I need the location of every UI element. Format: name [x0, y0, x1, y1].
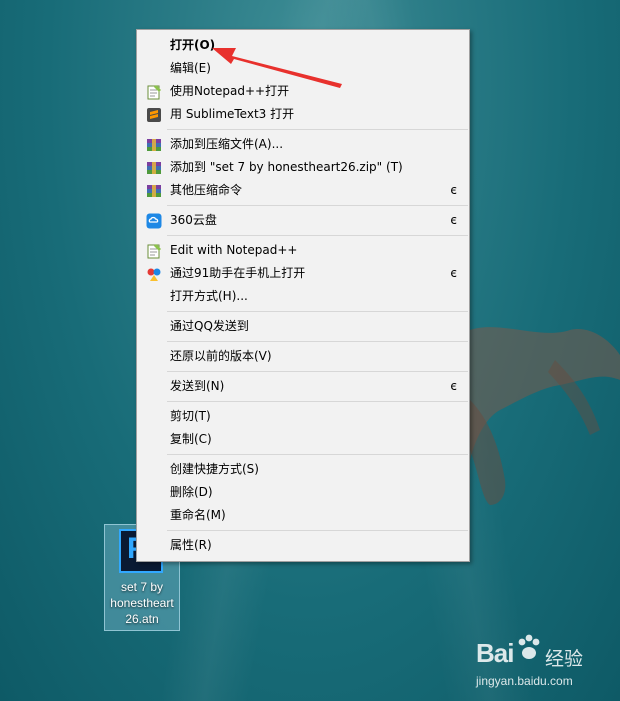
menu-item[interactable]: 通过91助手在手机上打开 є: [137, 262, 469, 285]
menu-item[interactable]: 打开方式(H)...: [137, 285, 469, 308]
watermark-brand: Bai: [476, 638, 514, 668]
submenu-arrow-icon: є: [450, 213, 457, 227]
menu-separator: [167, 371, 468, 372]
submenu-arrow-icon: є: [450, 266, 457, 280]
desktop-file-label-line: honestheart: [110, 596, 174, 610]
menu-item-label: 重命名(M): [170, 508, 226, 522]
winrar-icon: [147, 185, 161, 197]
menu-item-label: 添加到 "set 7 by honestheart26.zip" (T): [170, 160, 403, 174]
menu-item-label: 删除(D): [170, 485, 213, 499]
menu-item[interactable]: 删除(D): [137, 481, 469, 504]
menu-item[interactable]: 发送到(N) є: [137, 375, 469, 398]
menu-separator: [167, 311, 468, 312]
winrar-icon: [147, 139, 161, 151]
menu-item-label: 属性(R): [170, 538, 212, 552]
assistant-91-icon: [147, 268, 161, 281]
baidu-jingyan-watermark: Bai 经验 jingyan.baidu.com: [470, 628, 620, 701]
menu-item-label: 还原以前的版本(V): [170, 349, 272, 363]
menu-item-label: 打开方式(H)...: [170, 289, 248, 303]
watermark-brand-cn: 经验: [545, 649, 584, 670]
menu-item[interactable]: 属性(R): [137, 534, 469, 557]
menu-item[interactable]: 通过QQ发送到: [137, 315, 469, 338]
menu-separator: [167, 205, 468, 206]
desktop-file-label: set 7 by honestheart 26.atn: [105, 579, 179, 627]
menu-item[interactable]: 其他压缩命令 є: [137, 179, 469, 202]
desktop-file-label-line: 26.atn: [125, 612, 159, 626]
360-cloud-icon: [146, 213, 162, 229]
watermark-url: jingyan.baidu.com: [476, 674, 573, 688]
menu-separator: [167, 129, 468, 130]
submenu-arrow-icon: є: [450, 379, 457, 393]
menu-separator: [167, 235, 468, 236]
menu-item-label: 添加到压缩文件(A)...: [170, 137, 284, 151]
menu-item[interactable]: 复制(C): [137, 428, 469, 451]
menu-item[interactable]: 打开(O): [137, 34, 469, 57]
menu-item-label: 通过QQ发送到: [170, 319, 249, 333]
menu-item[interactable]: 360云盘 є: [137, 209, 469, 232]
menu-item-label: 编辑(E): [170, 61, 211, 75]
baidu-paw-icon: [518, 634, 540, 659]
menu-item-label: 创建快捷方式(S): [170, 462, 259, 476]
menu-item-label: 发送到(N): [170, 379, 225, 393]
menu-item-label: Edit with Notepad++: [170, 243, 298, 257]
menu-item-label: 360云盘: [170, 213, 217, 227]
menu-item-label: 剪切(T): [170, 409, 211, 423]
menu-item[interactable]: 添加到 "set 7 by honestheart26.zip" (T): [137, 156, 469, 179]
menu-item-label: 复制(C): [170, 432, 212, 446]
submenu-arrow-icon: є: [450, 183, 457, 197]
menu-item-label: 使用Notepad++打开: [170, 84, 290, 98]
menu-separator: [167, 454, 468, 455]
menu-item[interactable]: 使用Notepad++打开: [137, 80, 469, 103]
menu-item[interactable]: 重命名(M): [137, 504, 469, 527]
menu-item[interactable]: 剪切(T): [137, 405, 469, 428]
menu-item[interactable]: 还原以前的版本(V): [137, 345, 469, 368]
menu-separator: [167, 341, 468, 342]
menu-item-label: 通过91助手在手机上打开: [170, 266, 306, 280]
context-menu: 打开(O) 编辑(E) 使用Notepad++打开用 SublimeText3 打开…: [136, 29, 470, 562]
menu-item[interactable]: Edit with Notepad++: [137, 239, 469, 262]
menu-item-label: 用 SublimeText3 打开: [170, 107, 295, 121]
menu-item-label: 其他压缩命令: [170, 183, 243, 197]
sublime-text-icon: [147, 108, 161, 122]
menu-separator: [167, 401, 468, 402]
winrar-icon: [147, 162, 161, 174]
menu-item[interactable]: 编辑(E): [137, 57, 469, 80]
menu-item[interactable]: 用 SublimeText3 打开: [137, 103, 469, 126]
notepad-plus-plus-icon: [147, 244, 161, 259]
menu-item[interactable]: 添加到压缩文件(A)...: [137, 133, 469, 156]
desktop-file-label-line: set 7 by: [120, 580, 164, 594]
menu-separator: [167, 530, 468, 531]
notepad-plus-plus-icon: [147, 85, 161, 100]
menu-item[interactable]: 创建快捷方式(S): [137, 458, 469, 481]
menu-item-label: 打开(O): [170, 38, 216, 52]
